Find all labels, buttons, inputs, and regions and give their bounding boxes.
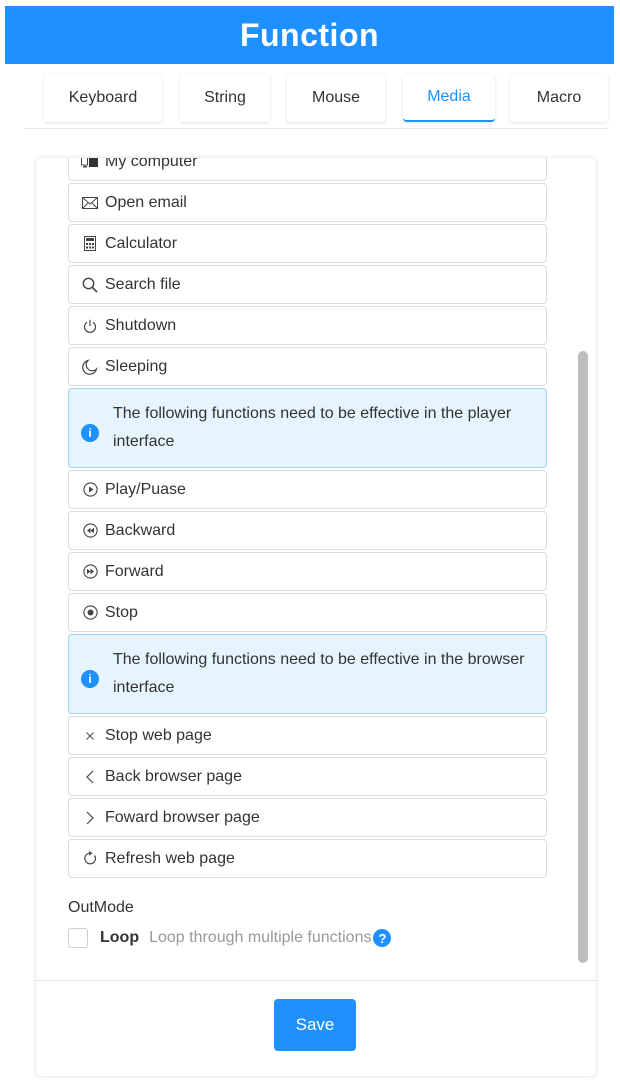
list-item-backward[interactable]: Backward <box>68 511 547 550</box>
tab-keyboard[interactable]: Keyboard <box>44 74 162 122</box>
refresh-icon <box>81 850 99 868</box>
function-list: My computer Open email Calculator Search… <box>68 158 547 880</box>
close-icon <box>81 727 99 745</box>
info-icon: i <box>81 670 99 688</box>
play-icon <box>81 481 99 499</box>
stop-icon <box>81 604 99 622</box>
list-item-search-file[interactable]: Search file <box>68 265 547 304</box>
page-title: Function <box>239 16 380 53</box>
list-item-label: Search file <box>105 275 181 293</box>
list-item-open-email[interactable]: Open email <box>68 183 547 222</box>
tab-bar: Keyboard String Mouse Media Macro <box>0 68 620 128</box>
list-item-label: Back browser page <box>105 767 242 785</box>
scrollbar-thumb[interactable] <box>578 351 588 963</box>
list-item-label: Open email <box>105 193 187 211</box>
outmode-label: OutMode <box>68 899 134 916</box>
computer-icon <box>81 158 99 171</box>
list-item-shutdown[interactable]: Shutdown <box>68 306 547 345</box>
list-item-label: Shutdown <box>105 316 177 334</box>
list-item-label: Stop <box>105 603 138 621</box>
tabs-divider <box>25 128 607 129</box>
power-icon <box>81 317 99 335</box>
loop-label[interactable]: Loop <box>100 929 139 947</box>
media-function-panel: My computer Open email Calculator Search… <box>36 158 596 1076</box>
calculator-icon <box>81 235 99 253</box>
tab-label: String <box>204 89 246 106</box>
list-item-label: Refresh web page <box>105 849 235 867</box>
tab-label: Mouse <box>311 89 361 106</box>
tab-label: Media <box>427 88 471 105</box>
list-item-stop[interactable]: Stop <box>68 593 547 632</box>
page-title-bar: Function <box>5 6 614 64</box>
tab-label: Macro <box>536 89 582 106</box>
loop-option: Loop Loop through multiple functions ? <box>68 928 392 948</box>
email-icon <box>81 194 99 212</box>
tab-mouse[interactable]: Mouse <box>287 74 385 122</box>
list-item-back-browser-page[interactable]: Back browser page <box>68 757 547 796</box>
help-icon[interactable]: ? <box>373 929 392 947</box>
info-icon: i <box>81 424 99 442</box>
loop-description: Loop through multiple functions <box>149 929 372 946</box>
browser-notice-text: The following functions need to be effec… <box>113 651 525 696</box>
chevron-right-icon <box>81 809 99 827</box>
rewind-icon <box>81 522 99 540</box>
list-item-label: Foward browser page <box>105 808 260 826</box>
list-item-stop-web-page[interactable]: Stop web page <box>68 716 547 755</box>
list-item-calculator[interactable]: Calculator <box>68 224 547 263</box>
list-item-my-computer[interactable]: My computer <box>68 158 547 181</box>
list-item-label: Sleeping <box>105 357 168 375</box>
fast-forward-icon <box>81 563 99 581</box>
search-icon <box>81 276 99 294</box>
list-item-forward[interactable]: Forward <box>68 552 547 591</box>
browser-notice: i The following functions need to be eff… <box>68 634 547 714</box>
footer-divider <box>36 980 596 981</box>
list-item-refresh-web-page[interactable]: Refresh web page <box>68 839 547 878</box>
tab-string[interactable]: String <box>180 74 270 122</box>
list-item-label: Stop web page <box>105 726 212 744</box>
tab-label: Keyboard <box>68 89 138 106</box>
list-item-label: Play/Puase <box>105 480 186 498</box>
list-item-play-pause[interactable]: Play/Puase <box>68 470 547 509</box>
list-item-label: Calculator <box>105 234 178 252</box>
list-item-label: Backward <box>105 521 176 539</box>
tab-media[interactable]: Media <box>403 74 495 122</box>
moon-icon <box>81 358 99 376</box>
list-item-label: My computer <box>105 158 198 170</box>
loop-checkbox[interactable] <box>68 928 88 948</box>
save-button[interactable]: Save <box>274 999 356 1051</box>
tab-macro[interactable]: Macro <box>510 74 608 122</box>
list-item-label: Forward <box>105 562 164 580</box>
list-item-forward-browser-page[interactable]: Foward browser page <box>68 798 547 837</box>
list-item-sleeping[interactable]: Sleeping <box>68 347 547 386</box>
player-notice-text: The following functions need to be effec… <box>113 405 512 450</box>
player-notice: i The following functions need to be eff… <box>68 388 547 468</box>
chevron-left-icon <box>81 768 99 786</box>
